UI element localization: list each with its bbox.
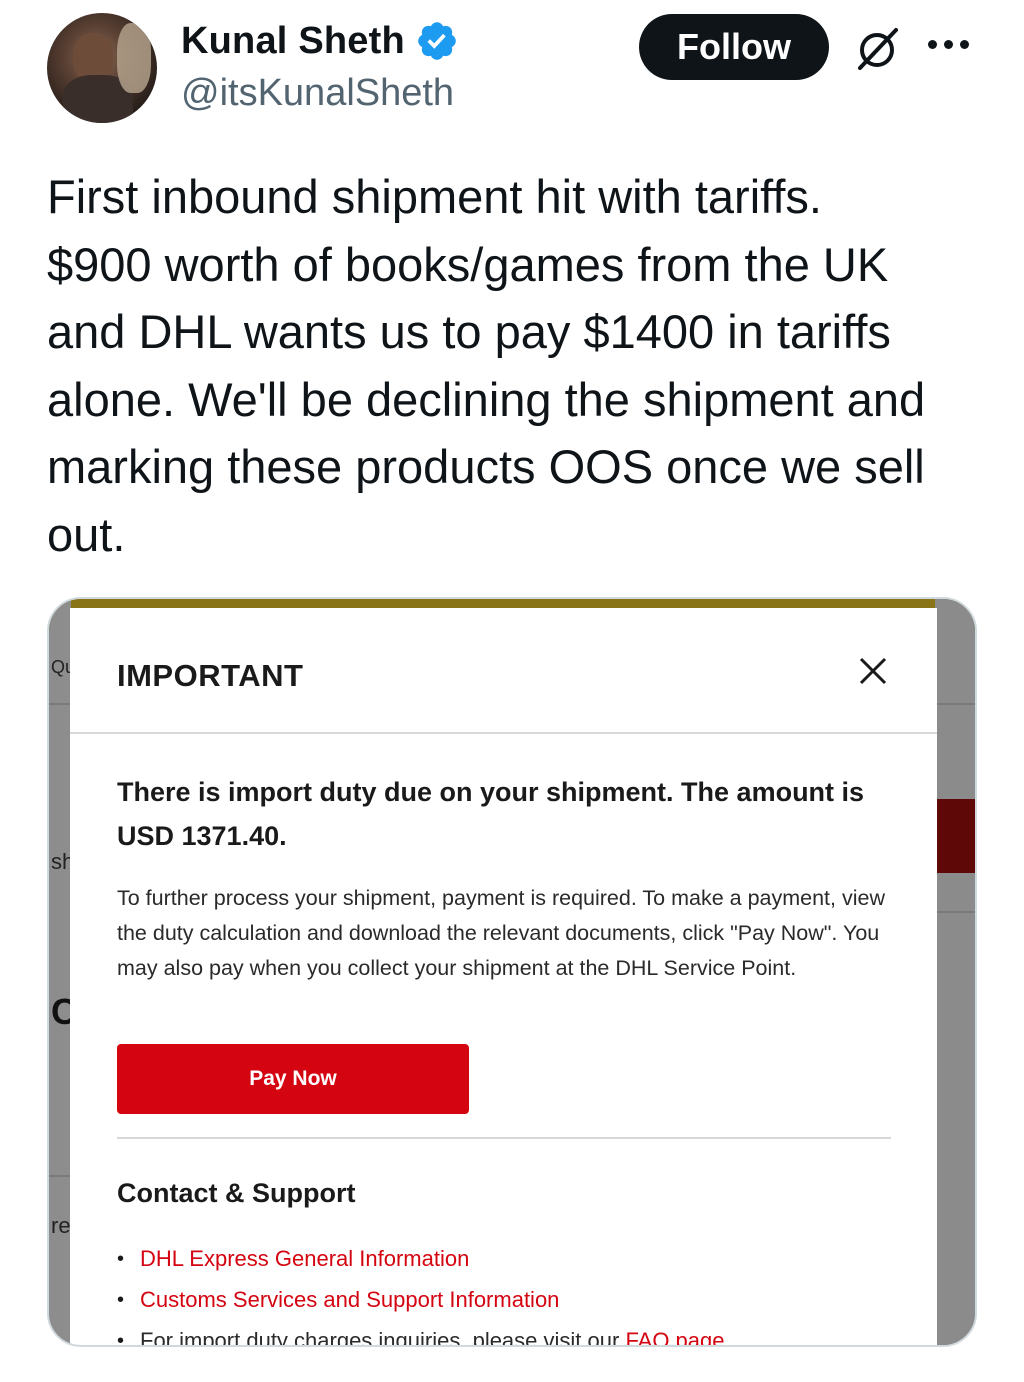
divider bbox=[117, 1137, 891, 1139]
follow-button[interactable]: Follow bbox=[639, 14, 829, 80]
verified-badge-icon bbox=[418, 22, 456, 60]
avatar[interactable] bbox=[47, 13, 157, 123]
contact-support-heading: Contact & Support bbox=[117, 1178, 356, 1208]
close-icon[interactable] bbox=[858, 656, 888, 686]
author-handle[interactable]: @itsKunalSheth bbox=[181, 72, 454, 115]
support-links-list: DHL Express General Information Customs … bbox=[117, 1242, 725, 1347]
author-name-row[interactable]: Kunal Sheth bbox=[181, 18, 459, 64]
more-options-icon[interactable] bbox=[928, 40, 969, 49]
tweet-media-image[interactable]: Qu sh C re IMPORTANT There is import dut… bbox=[47, 597, 977, 1347]
list-item: Customs Services and Support Information bbox=[117, 1283, 725, 1324]
grok-icon[interactable] bbox=[852, 24, 902, 74]
customs-support-link[interactable]: Customs Services and Support Information bbox=[140, 1287, 559, 1312]
pay-now-button[interactable]: Pay Now bbox=[117, 1044, 469, 1114]
background-red-bar bbox=[935, 799, 975, 873]
list-item: DHL Express General Information bbox=[117, 1242, 725, 1283]
author-name[interactable]: Kunal Sheth bbox=[181, 20, 405, 63]
dhl-general-info-link[interactable]: DHL Express General Information bbox=[140, 1246, 469, 1271]
dhl-important-modal: IMPORTANT There is import duty due on yo… bbox=[70, 608, 937, 1347]
divider bbox=[70, 732, 937, 734]
payment-instructions: To further process your shipment, paymen… bbox=[117, 886, 885, 980]
tweet-text: First inbound shipment hit with tariffs.… bbox=[47, 170, 926, 561]
background-right-strip bbox=[935, 599, 975, 1345]
modal-title: IMPORTANT bbox=[117, 658, 304, 693]
duty-notice: There is import duty due on your shipmen… bbox=[117, 777, 865, 851]
edge-text-fragment: re bbox=[51, 1213, 71, 1238]
faq-page-link[interactable]: FAQ page bbox=[625, 1328, 724, 1345]
faq-prefix-text: For import duty charges inquiries, pleas… bbox=[140, 1328, 626, 1347]
list-item: For import duty charges inquiries, pleas… bbox=[117, 1324, 725, 1347]
